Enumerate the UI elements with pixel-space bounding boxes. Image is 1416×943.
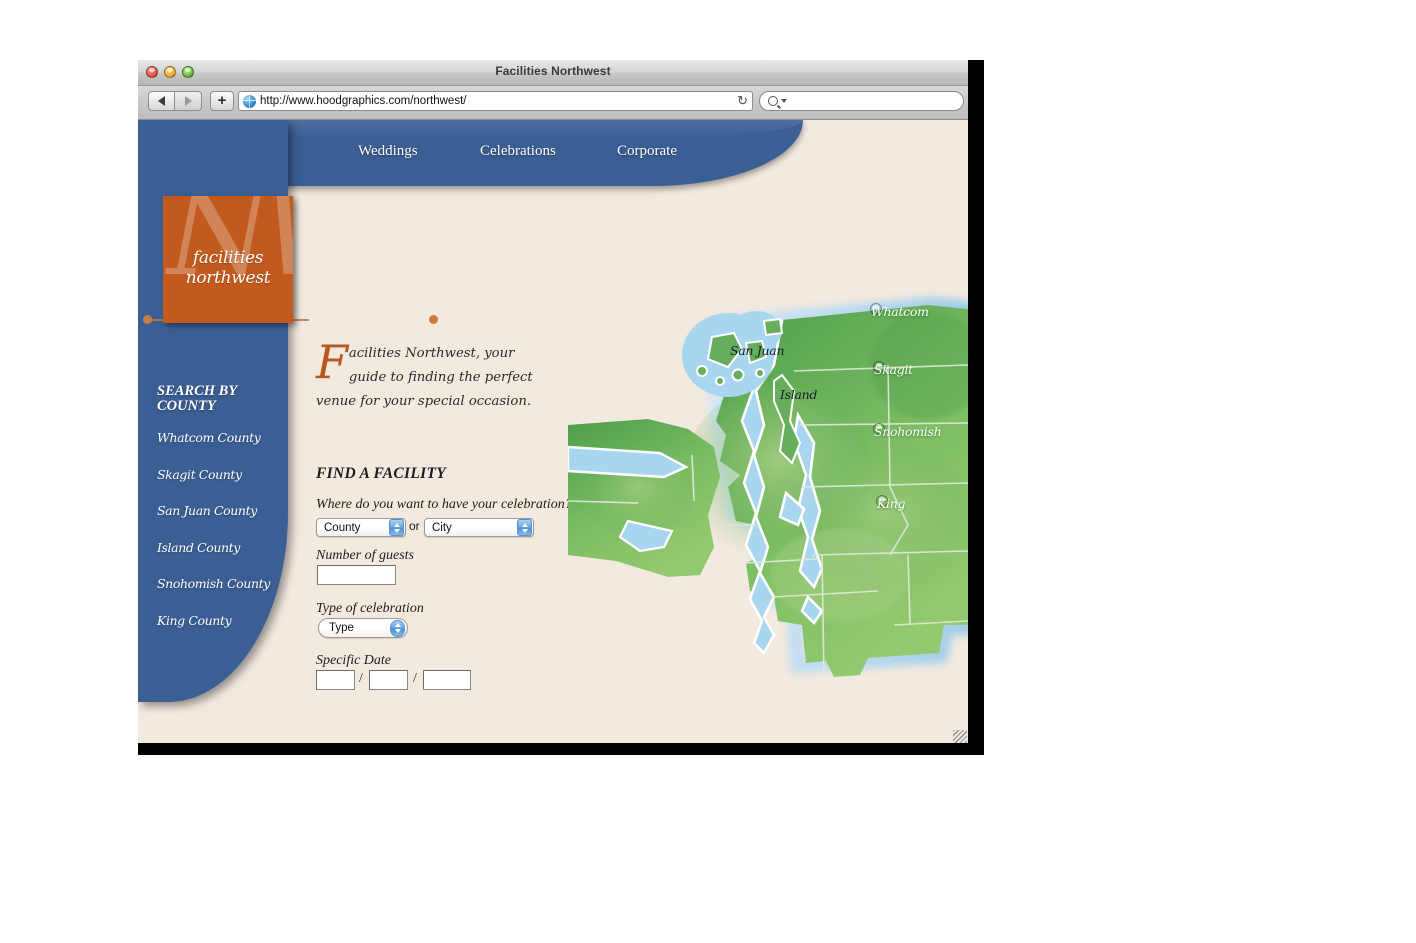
screen: Facilities Northwest + http://www.hoodgr… bbox=[0, 0, 1416, 943]
web-page: NW facilities northwest Weddings Celebra… bbox=[138, 120, 968, 743]
swash-dot-right-icon bbox=[429, 315, 438, 324]
county-select[interactable]: County bbox=[316, 518, 406, 537]
logo-wordmark: facilities northwest bbox=[185, 248, 271, 288]
sidebar-item-king[interactable]: King County bbox=[157, 613, 287, 628]
triangle-left-icon bbox=[158, 96, 165, 106]
date-label: Specific Date bbox=[316, 653, 392, 668]
sidebar-item-snohomish[interactable]: Snohomish County bbox=[157, 576, 287, 591]
globe-icon bbox=[243, 94, 256, 108]
date-year-input[interactable] bbox=[423, 670, 471, 690]
date-day-input[interactable] bbox=[369, 670, 408, 690]
reload-icon[interactable]: ↻ bbox=[737, 93, 748, 109]
map-graphic bbox=[568, 296, 968, 678]
date-month-input[interactable] bbox=[316, 670, 355, 690]
city-select[interactable]: City bbox=[424, 518, 534, 537]
nav-item-weddings[interactable]: Weddings bbox=[358, 143, 480, 160]
browser-toolbar: + http://www.hoodgraphics.com/northwest/… bbox=[138, 86, 968, 120]
form-heading: FIND A FACILITY bbox=[316, 465, 446, 482]
magnifier-icon bbox=[768, 96, 778, 106]
county-list: Whatcom County Skagit County San Juan Co… bbox=[157, 430, 287, 649]
address-bar[interactable]: http://www.hoodgraphics.com/northwest/ ↻ bbox=[238, 91, 753, 111]
sidebar-item-island[interactable]: Island County bbox=[157, 540, 287, 555]
sidebar-heading: SEARCH BY COUNTY bbox=[157, 383, 237, 414]
window-titlebar[interactable]: Facilities Northwest bbox=[138, 60, 968, 86]
date-separator-2: / bbox=[413, 671, 417, 686]
washington-state-map[interactable]: Whatcom San Juan Skagit Island Snohomish… bbox=[568, 225, 968, 743]
sidebar-item-whatcom[interactable]: Whatcom County bbox=[157, 430, 287, 445]
address-bar-url: http://www.hoodgraphics.com/northwest/ bbox=[260, 95, 467, 107]
sidebar-item-skagit[interactable]: Skagit County bbox=[157, 467, 287, 482]
chevron-updown-icon bbox=[517, 519, 532, 536]
date-separator-1: / bbox=[359, 671, 363, 686]
type-select-value: Type bbox=[329, 622, 354, 634]
resize-grip[interactable] bbox=[953, 730, 967, 743]
intro-dropcap: F bbox=[316, 335, 348, 389]
intro-paragraph: Facilities Northwest, your guide to find… bbox=[316, 335, 538, 414]
sidebar-item-san-juan[interactable]: San Juan County bbox=[157, 503, 287, 518]
chevron-updown-icon bbox=[389, 519, 404, 536]
nav-item-celebrations[interactable]: Celebrations bbox=[480, 143, 617, 160]
add-bookmark-button[interactable]: + bbox=[210, 91, 234, 111]
site-logo[interactable]: NW facilities northwest bbox=[163, 196, 293, 323]
browser-window: Facilities Northwest + http://www.hoodgr… bbox=[138, 60, 968, 743]
where-label: Where do you want to have your celebrati… bbox=[316, 497, 572, 512]
swash-dot-left-icon bbox=[143, 315, 152, 324]
guests-input[interactable] bbox=[317, 565, 396, 585]
back-button[interactable] bbox=[148, 91, 175, 111]
type-label: Type of celebration bbox=[316, 601, 424, 616]
type-select[interactable]: Type bbox=[318, 618, 408, 638]
chevron-updown-icon bbox=[390, 619, 405, 637]
window-title: Facilities Northwest bbox=[495, 64, 611, 78]
primary-nav: Weddings Celebrations Corporate bbox=[358, 143, 778, 160]
chevron-down-icon bbox=[781, 99, 787, 103]
guests-label: Number of guests bbox=[316, 548, 414, 563]
intro-text: acilities Northwest, your guide to findi… bbox=[316, 346, 533, 409]
nav-item-corporate[interactable]: Corporate bbox=[617, 143, 677, 160]
search-input[interactable] bbox=[759, 91, 964, 111]
county-select-value: County bbox=[324, 521, 361, 534]
nav-button-group bbox=[148, 91, 202, 111]
forward-button[interactable] bbox=[175, 91, 202, 111]
or-label: or bbox=[409, 519, 420, 533]
city-select-value: City bbox=[432, 521, 452, 534]
triangle-right-icon bbox=[184, 96, 192, 106]
